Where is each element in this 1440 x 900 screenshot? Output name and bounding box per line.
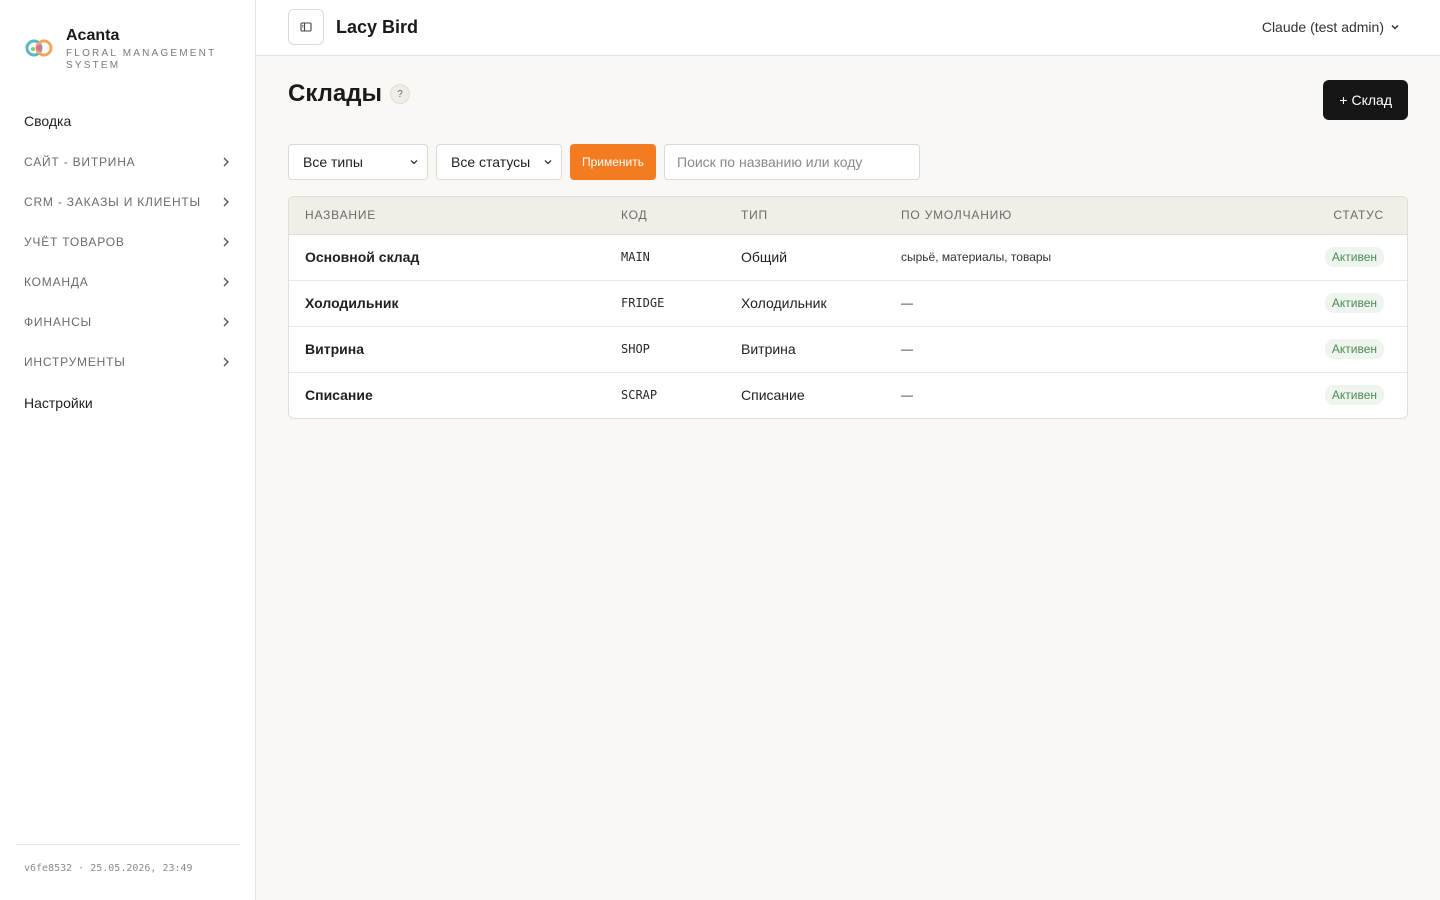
org-name: Lacy Bird — [336, 17, 419, 37]
warehouse-code: SHOP — [621, 342, 650, 356]
acanta-logo-icon — [25, 39, 53, 57]
warehouse-name: Холодильник — [305, 295, 399, 311]
table-row[interactable]: Холодильник FRIDGE Холодильник — Активен — [289, 280, 1407, 326]
sidebar-toggle-button[interactable] — [288, 9, 324, 45]
chevron-right-icon — [223, 237, 229, 247]
table-header-row: НАЗВАНИЕ КОД ТИП ПО УМОЛЧАНИЮ СТАТУС — [289, 197, 1407, 235]
sidebar-nav: Сводка САЙТ - ВИТРИНА CRM - ЗАКАЗЫ И КЛИ… — [16, 100, 240, 424]
warehouse-name: Витрина — [305, 341, 364, 357]
table-row[interactable]: Основной склад MAIN Общий сырьё, материа… — [289, 234, 1407, 280]
status-badge: Активен — [1324, 293, 1384, 313]
warehouse-code: MAIN — [621, 250, 650, 264]
sidebar-item-summary[interactable]: Сводка — [16, 100, 240, 142]
chevron-down-icon — [1391, 24, 1399, 30]
brand-text: Acanta FLORAL MANAGEMENT SYSTEM — [66, 26, 226, 72]
warehouses-table: НАЗВАНИЕ КОД ТИП ПО УМОЛЧАНИЮ СТАТУС Осн… — [288, 196, 1408, 419]
warehouse-code: SCRAP — [621, 388, 658, 403]
page-title-row: Склады ? — [288, 80, 410, 108]
warehouse-defaults: — — [901, 296, 913, 310]
sidebar-item-label: УЧЁТ ТОВАРОВ — [24, 235, 125, 249]
apply-filters-button[interactable]: Применить — [570, 144, 657, 180]
chevron-down-icon — [544, 160, 552, 165]
brand-subtitle: FLORAL MANAGEMENT SYSTEM — [66, 48, 217, 71]
sidebar-item-tools[interactable]: ИНСТРУМЕНТЫ — [16, 342, 240, 382]
chevron-right-icon — [223, 157, 229, 167]
chevron-down-icon — [410, 160, 418, 165]
sidebar-item-label: ИНСТРУМЕНТЫ — [24, 355, 126, 369]
column-header-type[interactable]: ТИП — [725, 197, 885, 235]
status-cell: Активен — [1224, 234, 1407, 280]
status-badge: Активен — [1324, 247, 1384, 267]
warehouse-defaults: — — [901, 342, 913, 356]
sidebar-item-label: ФИНАНСЫ — [24, 315, 92, 329]
chevron-right-icon — [223, 197, 229, 207]
status-filter-select[interactable]: Все статусы — [436, 144, 562, 180]
warehouse-type: Холодильник — [741, 295, 827, 311]
sidebar: Acanta FLORAL MANAGEMENT SYSTEM Сводка С… — [0, 0, 256, 900]
sidebar-item-label: САЙТ - ВИТРИНА — [24, 155, 136, 169]
status-filter-value: Все статусы — [451, 154, 531, 170]
brand[interactable]: Acanta FLORAL MANAGEMENT SYSTEM — [24, 26, 226, 72]
filters-bar: Все типы Все статусы Применить — [288, 144, 921, 180]
warehouse-name: Списание — [305, 387, 373, 404]
chevron-right-icon — [223, 357, 229, 367]
warehouse-code: FRIDGE — [621, 296, 665, 310]
sidebar-item-settings[interactable]: Настройки — [16, 382, 240, 424]
warehouse-type: Витрина — [741, 341, 796, 357]
user-menu[interactable]: Claude (test admin) — [1262, 19, 1400, 35]
table-row[interactable]: Витрина SHOP Витрина — Активен — [289, 326, 1407, 372]
type-filter-value: Все типы — [303, 154, 363, 170]
sidebar-item-inventory[interactable]: УЧЁТ ТОВАРОВ — [16, 222, 240, 262]
status-cell: Активен — [1224, 326, 1407, 372]
sidebar-item-label: Настройки — [24, 395, 93, 411]
search-input[interactable] — [664, 144, 921, 180]
table-row[interactable]: Списание SCRAP Списание — Активен — [289, 372, 1407, 418]
status-cell: Активен — [1224, 280, 1407, 326]
warehouse-defaults: — — [901, 388, 913, 403]
chevron-right-icon — [223, 277, 229, 287]
help-icon[interactable]: ? — [389, 84, 410, 104]
brand-name: Acanta — [66, 27, 120, 44]
add-warehouse-button[interactable]: + Склад — [1323, 80, 1408, 120]
column-header-status[interactable]: СТАТУС — [1224, 197, 1407, 235]
user-menu-label: Claude (test admin) — [1261, 19, 1384, 35]
warehouse-name: Основной склад — [305, 249, 420, 265]
sidebar-item-team[interactable]: КОМАНДА — [16, 262, 240, 302]
column-header-name[interactable]: НАЗВАНИЕ — [289, 197, 605, 235]
column-header-code[interactable]: КОД — [605, 197, 725, 235]
sidebar-item-label: КОМАНДА — [24, 275, 89, 289]
topbar: Lacy Bird Claude (test admin) — [256, 0, 1440, 56]
column-header-defaults[interactable]: ПО УМОЛЧАНИЮ — [885, 197, 1225, 235]
status-cell: Активен — [1224, 372, 1407, 418]
chevron-right-icon — [223, 317, 229, 327]
type-filter-select[interactable]: Все типы — [288, 144, 428, 180]
page-title: Склады — [288, 80, 382, 107]
sidebar-item-crm[interactable]: CRM - ЗАКАЗЫ И КЛИЕНТЫ — [16, 182, 240, 222]
sidebar-item-label: CRM - ЗАКАЗЫ И КЛИЕНТЫ — [24, 195, 201, 209]
status-badge: Активен — [1324, 385, 1384, 406]
sidebar-toggle-icon — [300, 22, 312, 32]
status-badge: Активен — [1324, 339, 1384, 359]
warehouse-type: Списание — [741, 387, 805, 404]
warehouse-defaults: сырьё, материалы, товары — [901, 250, 1052, 264]
sidebar-item-label: Сводка — [24, 113, 72, 129]
sidebar-item-site[interactable]: САЙТ - ВИТРИНА — [16, 142, 240, 182]
version-info: v6fe8532 · 25.05.2026, 23:49 — [16, 844, 240, 900]
warehouse-type: Общий — [741, 249, 788, 265]
sidebar-item-finance[interactable]: ФИНАНСЫ — [16, 302, 240, 342]
